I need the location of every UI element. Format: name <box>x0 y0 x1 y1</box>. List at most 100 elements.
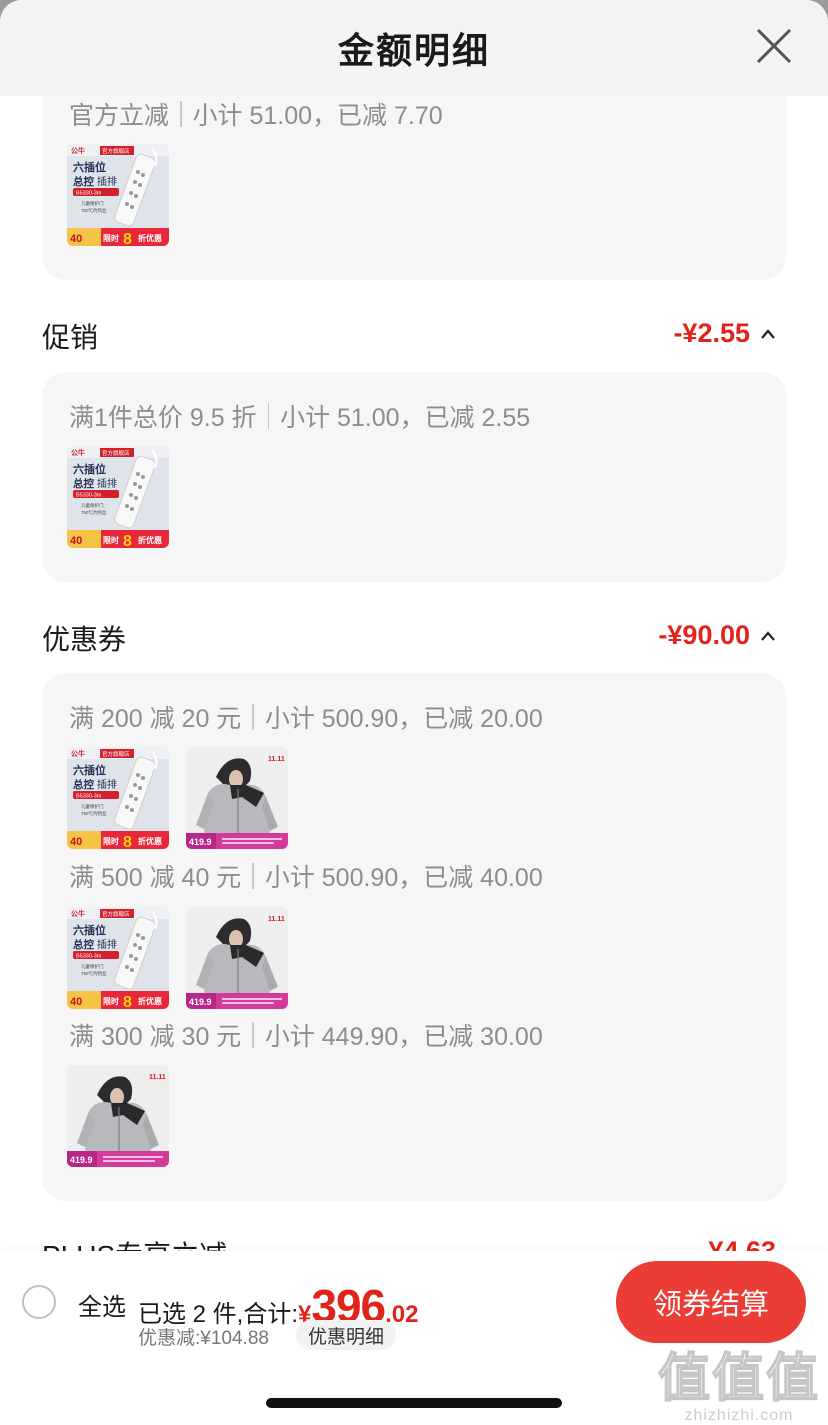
product-thumb-jacket[interactable]: 11.11 419.9 <box>67 1065 169 1167</box>
product-title-2a: 总控 <box>73 175 94 188</box>
product-title-2a: 总控 <box>73 477 94 490</box>
checkout-button[interactable]: 领券结算 <box>616 1261 806 1343</box>
divider <box>252 1022 254 1048</box>
promo-label-a: 限时 <box>103 836 119 846</box>
divider <box>180 101 182 127</box>
divider <box>252 863 254 889</box>
home-indicator <box>266 1398 562 1408</box>
promo-label-a: 限时 <box>103 996 119 1006</box>
product-thumb-power-strip[interactable]: 公牛 官方旗舰店 六插位 总控 插排 B5330-3m 儿童保护门 750℃灼热… <box>67 907 169 1009</box>
rule-name: 满1件总价 9.5 折 <box>69 404 257 432</box>
promo-amount-toggle[interactable]: -¥2.55 <box>673 318 776 349</box>
power-strip-image: 公牛 官方旗舰店 六插位 总控 插排 B5330-3m 儿童保护门 750℃灼热… <box>67 144 169 246</box>
event-logo: 11.11 <box>268 916 285 923</box>
promo-price: 40 <box>70 836 82 848</box>
product-thumb-jacket[interactable]: 11.11 419.9 <box>186 907 288 1009</box>
jacket-image: 11.11 419.9 <box>67 1065 169 1167</box>
total-discount: 优惠减:¥104.88 <box>138 1328 269 1349</box>
promo-label-b: 折优惠 <box>138 535 162 545</box>
power-strip-image: 公牛 官方旗舰店 六插位 总控 插排 B5330-3m 儿童保护门 750℃灼热… <box>67 747 169 849</box>
promo-discount: 8 <box>123 994 132 1009</box>
divider <box>267 403 270 429</box>
chevron-up-icon <box>761 328 775 339</box>
product-title-1: 六插位 <box>73 763 106 777</box>
product-title-2b: 插排 <box>97 477 117 490</box>
promo-rule-line: 满1件总价 9.5 折 小计 51.00，已减 2.55 <box>69 398 530 434</box>
product-feature-2: 750℃灼热丝 <box>81 509 107 516</box>
section-title-promo: 促销 <box>42 322 99 353</box>
official-rule-line: 官方立减 小计 51.00，已减 7.70 <box>69 96 443 132</box>
rule-detail: 小计 500.90，已减 40.00 <box>264 864 543 892</box>
select-all-radio[interactable] <box>22 1285 56 1319</box>
rule-name: 满 500 减 40 元 <box>69 864 242 892</box>
coupon-amount-toggle[interactable]: -¥90.00 <box>658 620 776 651</box>
product-title-2a: 总控 <box>73 778 94 791</box>
promo-amount: -¥2.55 <box>673 318 750 348</box>
product-model: B5330-3m <box>76 954 102 960</box>
jacket-price: 419.9 <box>189 997 212 1007</box>
jacket-image: 11.11 419.9 <box>186 747 288 849</box>
product-title-1: 六插位 <box>73 462 106 476</box>
product-model: B5330-3m <box>76 794 102 800</box>
rule-detail: 小计 51.00，已减 2.55 <box>280 404 531 432</box>
coupon-card: 满 200 减 20 元 小计 500.90，已减 20.00 公牛 官方旗舰店… <box>42 673 786 1201</box>
rule-detail: 小计 500.90，已减 20.00 <box>264 705 543 733</box>
sheet-title: 金额明细 <box>337 30 490 71</box>
store-tag: 官方旗舰店 <box>102 910 130 918</box>
coupon-amount: -¥90.00 <box>658 620 750 650</box>
coupon-rule-line: 满 500 减 40 元 小计 500.90，已减 40.00 <box>69 858 543 894</box>
watermark-url: zhizhizhi.com <box>684 1407 794 1424</box>
product-title-2b: 插排 <box>97 175 117 188</box>
chevron-up-icon <box>761 630 775 641</box>
section-title-coupon: 优惠券 <box>42 624 127 655</box>
promo-price: 40 <box>70 996 82 1008</box>
brand-logo: 公牛 <box>71 909 85 918</box>
site-watermark: 值值值 zhizhizhi.com <box>657 1350 820 1425</box>
coupon-rule-line: 满 200 减 20 元 小计 500.90，已减 20.00 <box>69 699 543 735</box>
power-strip-image: 公牛 官方旗舰店 六插位 总控 插排 B5330-3m 儿童保护门 750℃灼热… <box>67 907 169 1009</box>
rule-name: 官方立减 <box>69 102 170 130</box>
product-thumb-power-strip[interactable]: 公牛 官方旗舰店 六插位 总控 插排 B5330-3m 儿童保护门 750℃灼热… <box>67 446 169 548</box>
product-feature-1: 儿童保护门 <box>81 200 104 207</box>
product-title-2a: 总控 <box>73 938 94 951</box>
plus-amount: -¥4.63 <box>699 1236 776 1251</box>
store-tag: 官方旗舰店 <box>102 750 130 758</box>
product-thumb-power-strip[interactable]: 公牛 官方旗舰店 六插位 总控 插排 B5330-3m 儿童保护门 750℃灼热… <box>67 747 169 849</box>
event-logo: 11.11 <box>268 756 285 763</box>
brand-logo: 公牛 <box>71 146 85 155</box>
select-all-label[interactable]: 全选 <box>78 1287 126 1322</box>
promo-discount: 8 <box>123 231 132 246</box>
product-feature-1: 儿童保护门 <box>81 803 104 810</box>
product-feature-1: 儿童保护门 <box>81 502 104 509</box>
plus-amount-toggle[interactable]: -¥4.63 <box>699 1236 776 1251</box>
product-thumb-jacket[interactable]: 11.11 419.9 <box>186 747 288 849</box>
product-title-2b: 插排 <box>97 778 117 791</box>
product-title-1: 六插位 <box>73 160 106 174</box>
close-icon[interactable] <box>754 26 794 66</box>
promo-price: 40 <box>70 535 82 547</box>
rule-name: 满 200 减 20 元 <box>69 705 242 733</box>
checkout-bar: 全选 已选 2 件,合计: ¥ 396 .02 优惠减:¥104.88 优惠明细… <box>0 1251 828 1425</box>
store-tag: 官方旗舰店 <box>102 147 130 155</box>
rule-detail: 小计 51.00，已减 7.70 <box>192 102 443 130</box>
discount-detail-button[interactable]: 优惠明细 <box>296 1320 397 1350</box>
product-feature-2: 750℃灼热丝 <box>81 810 107 817</box>
promo-card: 满1件总价 9.5 折 小计 51.00，已减 2.55 公牛 官方旗舰店 六插… <box>42 372 786 582</box>
jacket-price: 419.9 <box>189 837 212 847</box>
product-model: B5330-3m <box>76 493 102 499</box>
brand-logo: 公牛 <box>71 749 85 758</box>
sheet-header: 金额明细 <box>0 0 828 96</box>
promo-label-b: 折优惠 <box>138 996 162 1006</box>
promo-label-b: 折优惠 <box>138 836 162 846</box>
product-title-1: 六插位 <box>73 923 106 937</box>
promo-discount: 8 <box>123 533 132 548</box>
product-thumb-power-strip[interactable]: 公牛 官方旗舰店 六插位 总控 插排 B5330-3m 儿童保护门 750℃灼热… <box>67 144 169 246</box>
detail-scroll-area[interactable]: 官方立减 小计 51.00，已减 7.70 公牛 官方旗舰店 六插位 总控 插排… <box>0 96 828 1251</box>
coupon-rule-line: 满 300 减 30 元 小计 449.90，已减 30.00 <box>69 1017 543 1053</box>
product-title-2b: 插排 <box>97 938 117 951</box>
product-feature-2: 750℃灼热丝 <box>81 970 107 977</box>
promo-label-a: 限时 <box>103 233 119 243</box>
brand-logo: 公牛 <box>71 448 85 457</box>
event-logo: 11.11 <box>149 1074 166 1081</box>
divider <box>252 704 254 730</box>
